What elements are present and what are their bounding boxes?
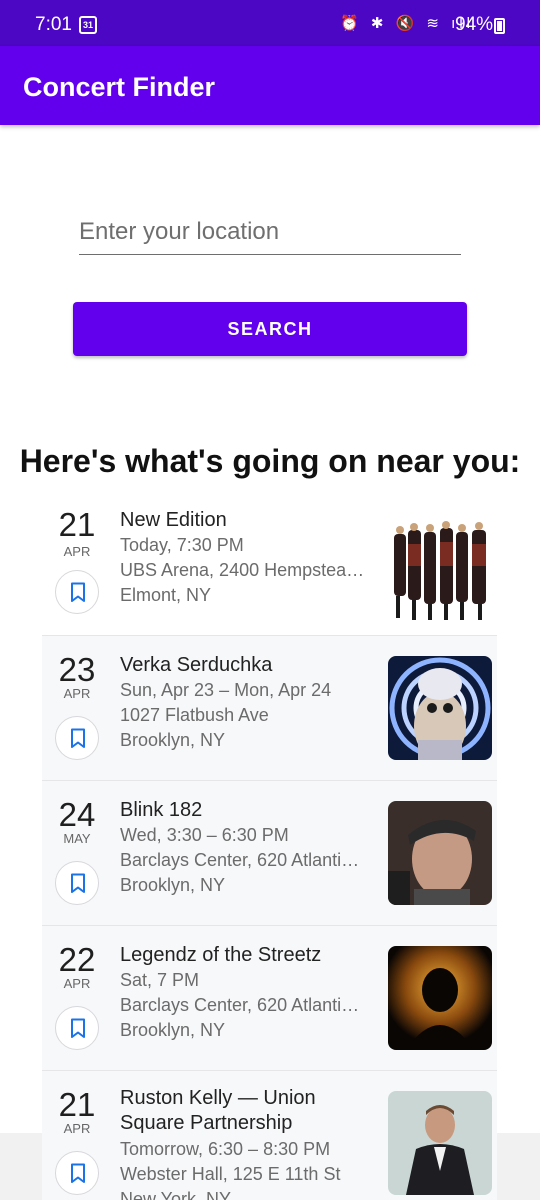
event-venue: Webster Hall, 125 E 11th St <box>120 1164 341 1184</box>
bookmark-button[interactable] <box>55 861 99 905</box>
event-datetime: Wed, 3:30 – 6:30 PM <box>120 825 289 845</box>
event-title: Verka Serduchka <box>120 654 273 676</box>
event-title: New Edition <box>120 509 227 531</box>
status-time: 7:01 <box>35 14 72 35</box>
event-day: 24 <box>58 796 96 833</box>
event-city: Brooklyn, NY <box>120 730 226 750</box>
event-month: APR <box>63 976 91 991</box>
bookmark-icon <box>71 1163 85 1183</box>
event-thumbnail <box>388 520 492 624</box>
event-day: 22 <box>58 941 96 978</box>
event-thumbnail <box>388 946 492 1050</box>
event-datetime: Tomorrow, 6:30 – 8:30 PM <box>120 1139 331 1159</box>
status-icons: ⏰ ✱ 🔇 ≋ ıll <box>340 15 474 32</box>
event-venue: Barclays Center, 620 Atlantic Avenue <box>120 850 368 870</box>
bookmark-icon <box>71 728 85 748</box>
event-title: Ruston Kelly — Union Square Partnership <box>120 1087 316 1134</box>
event-city: Brooklyn, NY <box>120 875 226 895</box>
bookmark-icon <box>71 1018 85 1038</box>
app-title: Concert Finder <box>23 72 216 102</box>
event-month: APR <box>63 686 91 701</box>
event-day: 21 <box>58 1086 96 1123</box>
event-venue: Barclays Center, 620 Atlantic Avenue <box>120 995 368 1015</box>
event-day: 21 <box>58 506 96 543</box>
event-title: Legendz of the Streetz <box>120 944 322 966</box>
event-month: APR <box>63 1121 91 1136</box>
event-city: New York, NY <box>120 1189 232 1200</box>
event-city: Elmont, NY <box>120 585 212 605</box>
event-datetime: Sun, Apr 23 – Mon, Apr 24 <box>120 680 332 700</box>
battery-percentage: 94% <box>455 14 494 35</box>
event-thumbnail <box>388 1091 492 1195</box>
event-thumbnail <box>388 656 492 760</box>
bookmark-icon <box>71 873 85 893</box>
search-button[interactable]: SEARCH <box>73 302 467 356</box>
bookmark-button[interactable] <box>55 1151 99 1195</box>
event-month: APR <box>63 544 91 559</box>
event-card[interactable]: 22 APR Legendz of the Streetz Sat, 7 PM … <box>42 925 497 1070</box>
event-card[interactable]: 21 APR Ruston Kelly — Union Square Partn… <box>42 1070 497 1200</box>
event-datetime: Sat, 7 PM <box>120 970 200 990</box>
bookmark-button[interactable] <box>55 716 99 760</box>
event-month: MAY <box>63 831 91 846</box>
event-title: Blink 182 <box>120 799 203 821</box>
event-card[interactable]: 21 APR New Edition Today, 7:30 PM UBS Ar… <box>42 500 497 645</box>
battery-icon <box>494 18 505 34</box>
bookmark-button[interactable] <box>55 570 99 614</box>
event-card[interactable]: 23 APR Verka Serduchka Sun, Apr 23 – Mon… <box>42 635 497 780</box>
event-venue: 1027 Flatbush Ave <box>120 705 269 725</box>
events-list[interactable]: 21 APR New Edition Today, 7:30 PM UBS Ar… <box>42 500 497 1200</box>
event-datetime: Today, 7:30 PM <box>120 535 244 555</box>
calendar-icon: 31 <box>79 16 97 34</box>
event-venue: UBS Arena, 2400 Hempstead Turnpike <box>120 560 368 580</box>
bookmark-button[interactable] <box>55 1006 99 1050</box>
event-thumbnail <box>388 801 492 905</box>
section-heading: Here's what's going on near you: <box>19 443 521 479</box>
status-bar: 7:01 31 ⏰ ✱ 🔇 ≋ ıll 94% <box>0 0 540 46</box>
bookmark-icon <box>71 582 85 602</box>
location-input[interactable] <box>79 210 461 255</box>
app-bar: Concert Finder <box>0 46 540 125</box>
event-card[interactable]: 24 MAY Blink 182 Wed, 3:30 – 6:30 PM Bar… <box>42 780 497 925</box>
event-city: Brooklyn, NY <box>120 1020 226 1040</box>
event-day: 23 <box>58 651 96 688</box>
